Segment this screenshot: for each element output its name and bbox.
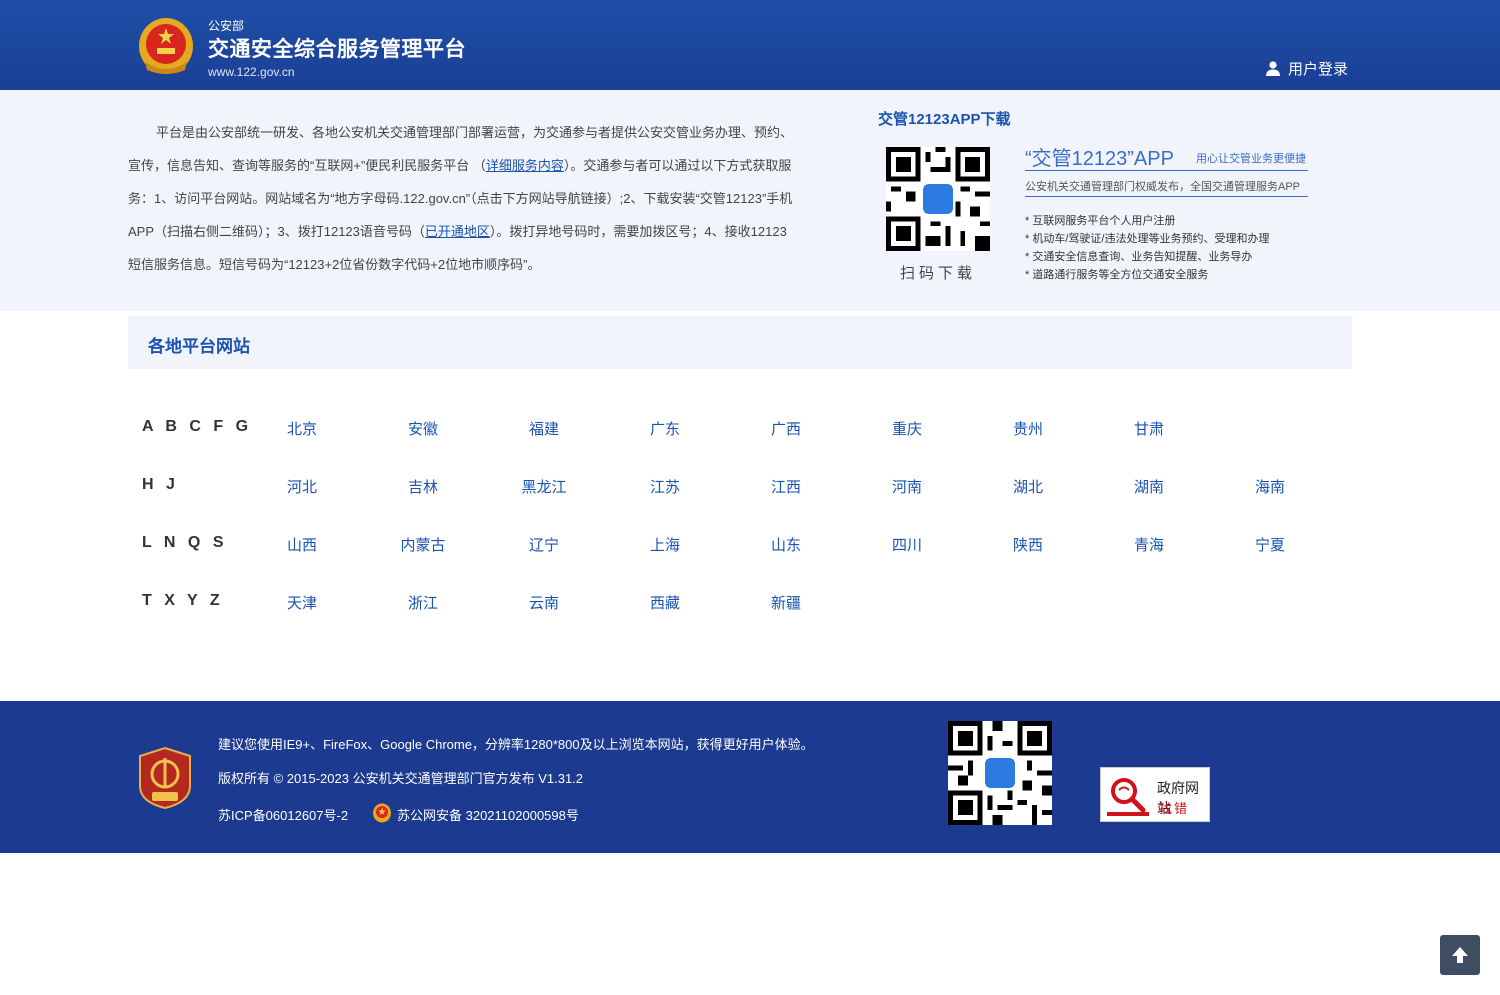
site-footer: 建议您使用IE9+、FireFox、Google Chrome，分辨率1280*… [0, 701, 1500, 853]
back-to-top-button[interactable] [1440, 935, 1480, 975]
province-link-fujian[interactable]: 福建 [529, 418, 559, 439]
province-link-guizhou[interactable]: 贵州 [1013, 418, 1043, 439]
letter-group: A B C F G [142, 418, 253, 435]
province-link-tianjin[interactable]: 天津 [287, 592, 317, 613]
province-link-sichuan[interactable]: 四川 [892, 534, 922, 555]
user-icon [1266, 60, 1280, 76]
site-title: 交通安全综合服务管理平台 [208, 38, 466, 61]
province-link-hebei[interactable]: 河北 [287, 476, 317, 497]
app-feature-item: * 道路通行服务等全方位交通安全服务 [1025, 269, 1209, 281]
copyright-text: 版权所有 © 2015-2023 公安机关交通管理部门官方发布 V1.31.2 [218, 771, 584, 786]
province-link-hainan[interactable]: 海南 [1255, 476, 1285, 497]
detail-service-link[interactable]: 详细服务内容 [486, 158, 564, 173]
icp-record-link[interactable]: 苏ICP备06012607号-2 [218, 805, 348, 824]
regional-sites-title: 各地平台网站 [148, 337, 250, 356]
app-name: “交管12123”APP [1025, 148, 1174, 170]
scan-download-caption: 扫码下载 [899, 265, 976, 282]
browser-note: 建议您使用IE9+、FireFox、Google Chrome，分辨率1280*… [218, 737, 814, 752]
province-link-beijing[interactable]: 北京 [287, 418, 317, 439]
intro-paragraph: 平台是由公安部统一研发、各地公安机关交通管理部门部署运营，为交通参与者提供公安交… [128, 116, 798, 281]
site-url: www.122.gov.cn [208, 65, 295, 79]
intro-section: 平台是由公安部统一研发、各地公安机关交通管理部门部署运营，为交通参与者提供公安交… [0, 90, 1500, 311]
magnifier-icon [1107, 774, 1149, 816]
police-badge-icon [373, 803, 391, 823]
letter-group: T X Y Z [142, 592, 224, 609]
app-feature-item: * 交通安全信息查询、业务告知提醒、业务导办 [1025, 251, 1253, 263]
province-link-shanxi[interactable]: 山西 [287, 534, 317, 555]
find-error-label: 找错 [1159, 801, 1190, 816]
user-login-label: 用户登录 [1288, 60, 1349, 78]
province-link-liaoning[interactable]: 辽宁 [529, 534, 559, 555]
province-link-henan[interactable]: 河南 [892, 476, 922, 497]
province-link-shanghai[interactable]: 上海 [650, 534, 680, 555]
letter-group: H J [142, 476, 179, 493]
province-link-guangxi[interactable]: 广西 [771, 418, 801, 439]
footer-qr-code [948, 721, 1052, 825]
province-link-jiangsu[interactable]: 江苏 [650, 476, 680, 497]
province-link-anhui[interactable]: 安徽 [408, 418, 438, 439]
site-header: 公安部 交通安全综合服务管理平台 www.122.gov.cn 用户登录 [0, 0, 1500, 90]
gov-site-error-report-button[interactable]: 政府网站 找错 [1100, 767, 1210, 822]
province-link-yunnan[interactable]: 云南 [529, 592, 559, 613]
divider [1025, 196, 1308, 197]
province-link-guangdong[interactable]: 广东 [650, 418, 680, 439]
opened-region-link[interactable]: 已开通地区 [425, 224, 490, 239]
province-link-qinghai[interactable]: 青海 [1134, 534, 1164, 555]
province-link-neimenggu[interactable]: 内蒙古 [400, 534, 445, 555]
app-description: 公安机关交通管理部门权威发布，全国交通管理服务APP [1025, 181, 1301, 193]
user-login-button[interactable]: 用户登录 [1266, 58, 1348, 78]
province-link-jiangxi[interactable]: 江西 [771, 476, 801, 497]
province-link-hunan[interactable]: 湖南 [1134, 476, 1164, 497]
app-feature-item: * 机动车/驾驶证/违法处理等业务预约、受理和办理 [1025, 233, 1270, 245]
app-qr-code [886, 147, 990, 251]
national-emblem-logo [139, 18, 193, 74]
province-link-ningxia[interactable]: 宁夏 [1255, 534, 1285, 555]
province-link-xizang[interactable]: 西藏 [650, 592, 680, 613]
ministry-label: 公安部 [208, 19, 245, 33]
app-slogan: 用心让交管业务更便捷 [1196, 153, 1306, 165]
party-government-logo[interactable] [138, 746, 192, 810]
province-link-jilin[interactable]: 吉林 [408, 476, 438, 497]
province-link-heilongjiang[interactable]: 黑龙江 [521, 476, 566, 497]
app-download-title: 交管12123APP下载 [878, 111, 1011, 128]
divider [1025, 170, 1308, 171]
province-link-gansu[interactable]: 甘肃 [1134, 418, 1164, 439]
province-link-xinjiang[interactable]: 新疆 [771, 592, 801, 613]
app-feature-item: * 互联网服务平台个人用户注册 [1025, 215, 1176, 227]
public-security-record-link[interactable]: 苏公网安备 32021102000598号 [397, 805, 579, 824]
province-link-shaanxi[interactable]: 陕西 [1013, 534, 1043, 555]
arrow-up-icon [1452, 947, 1468, 963]
letter-group: L N Q S [142, 534, 228, 551]
province-link-zhejiang[interactable]: 浙江 [408, 592, 438, 613]
province-link-hubei[interactable]: 湖北 [1013, 476, 1043, 497]
province-link-shandong[interactable]: 山东 [771, 534, 801, 555]
province-link-chongqing[interactable]: 重庆 [892, 418, 922, 439]
regional-sites-header: 各地平台网站 [128, 316, 1352, 369]
